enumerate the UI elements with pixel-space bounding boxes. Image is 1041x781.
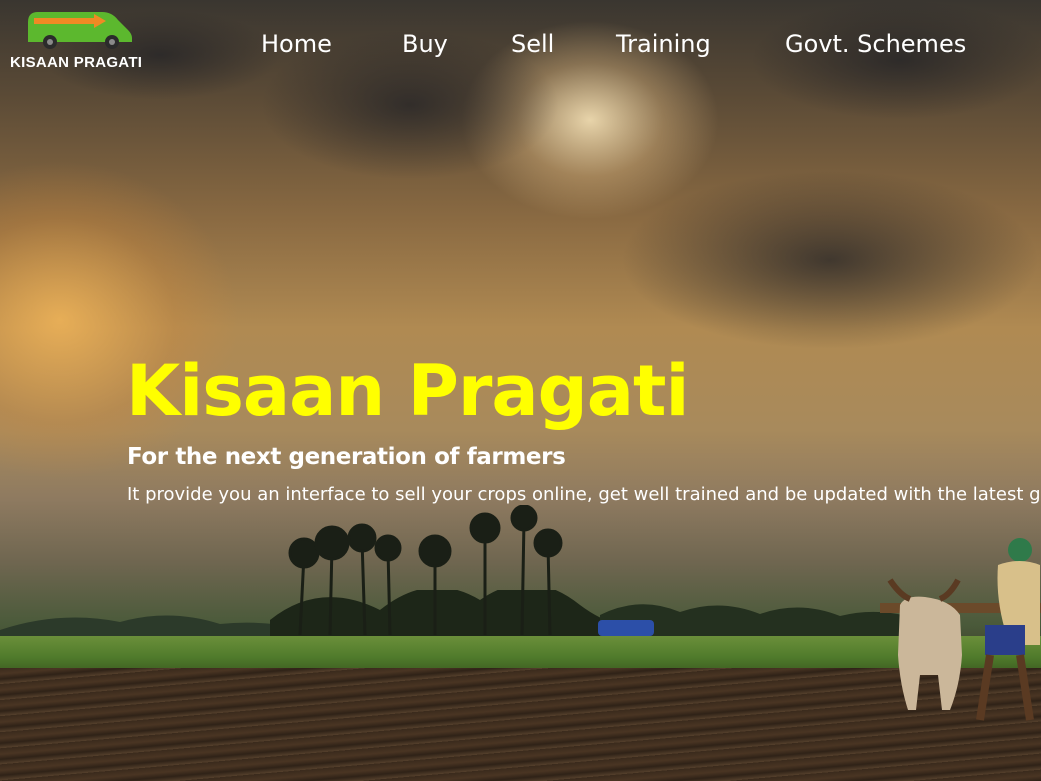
cloud: [620, 170, 1040, 350]
nav-govt-schemes[interactable]: Govt. Schemes: [785, 30, 966, 58]
palm-trees: [288, 505, 563, 635]
nav-buy[interactable]: Buy: [402, 30, 448, 58]
farmer-ox-silhouette: [880, 538, 1041, 721]
hero-title: Kisaan Pragati: [126, 350, 689, 432]
hero-subtitle: For the next generation of farmers: [127, 444, 566, 470]
hero-description: It provide you an interface to sell your…: [127, 484, 1041, 505]
nav-sell[interactable]: Sell: [511, 30, 554, 58]
site-header: KISAAN PRAGATI Home Buy Sell Training Go…: [0, 0, 1041, 90]
nav-training[interactable]: Training: [616, 30, 711, 58]
nav-home[interactable]: Home: [261, 30, 332, 58]
sun-glow: [0, 160, 240, 480]
brand-name: KISAAN PRAGATI: [10, 54, 143, 71]
brand-logo[interactable]: KISAAN PRAGATI: [8, 8, 158, 78]
truck-icon: [28, 12, 132, 49]
